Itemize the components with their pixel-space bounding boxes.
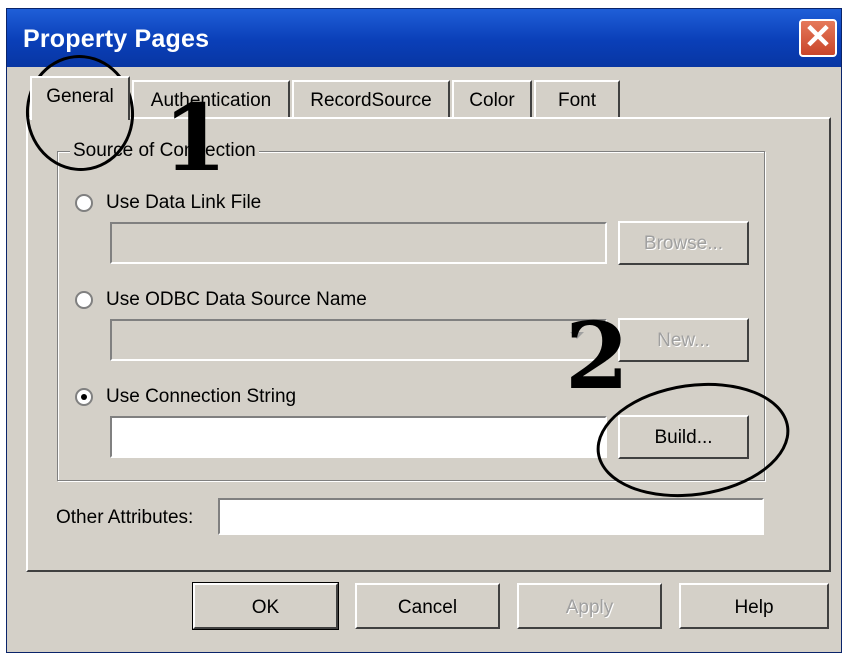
help-button[interactable]: Help bbox=[679, 583, 829, 629]
radio-odbc-label: Use ODBC Data Source Name bbox=[106, 289, 367, 310]
browse-button: Browse... bbox=[618, 221, 749, 265]
help-button-label: Help bbox=[734, 597, 774, 618]
other-attributes-label: Other Attributes: bbox=[56, 507, 194, 528]
apply-button-label: Apply bbox=[565, 597, 614, 618]
connection-string-input[interactable] bbox=[110, 416, 607, 458]
tab-font[interactable]: Font bbox=[534, 80, 620, 118]
other-attributes-input[interactable] bbox=[218, 498, 764, 535]
odbc-dsn-select bbox=[110, 319, 607, 361]
ok-button-label: OK bbox=[251, 597, 280, 618]
radio-connection-string[interactable] bbox=[75, 388, 93, 406]
radio-data-link-file[interactable] bbox=[75, 194, 93, 212]
tab-general-label: General bbox=[46, 86, 114, 107]
radio-odbc-dsn[interactable] bbox=[75, 291, 93, 309]
tab-color[interactable]: Color bbox=[452, 80, 532, 118]
tab-recordsource[interactable]: RecordSource bbox=[292, 80, 450, 118]
window-title: Property Pages bbox=[23, 25, 210, 53]
apply-button: Apply bbox=[517, 583, 662, 629]
radio-data-link-label: Use Data Link File bbox=[106, 192, 262, 213]
close-button[interactable]: ✕ bbox=[799, 19, 837, 57]
browse-button-label: Browse... bbox=[643, 233, 724, 254]
cancel-button[interactable]: Cancel bbox=[355, 583, 500, 629]
annotation-number-1: 1 bbox=[163, 84, 228, 192]
close-icon: ✕ bbox=[803, 18, 833, 56]
data-link-file-input bbox=[110, 222, 607, 264]
tab-font-label: Font bbox=[557, 90, 597, 111]
new-button: New... bbox=[618, 318, 749, 362]
annotation-number-2: 2 bbox=[565, 302, 630, 410]
tab-color-label: Color bbox=[469, 90, 515, 111]
radio-connection-string-label: Use Connection String bbox=[106, 386, 297, 407]
cancel-button-label: Cancel bbox=[397, 597, 458, 618]
ok-button[interactable]: OK bbox=[192, 582, 339, 630]
title-bar[interactable]: Property Pages ✕ bbox=[7, 9, 841, 67]
tab-recordsource-label: RecordSource bbox=[310, 90, 432, 111]
radio-selected-dot bbox=[81, 394, 87, 400]
tab-general[interactable]: General bbox=[30, 76, 130, 120]
new-button-label: New... bbox=[657, 330, 710, 351]
